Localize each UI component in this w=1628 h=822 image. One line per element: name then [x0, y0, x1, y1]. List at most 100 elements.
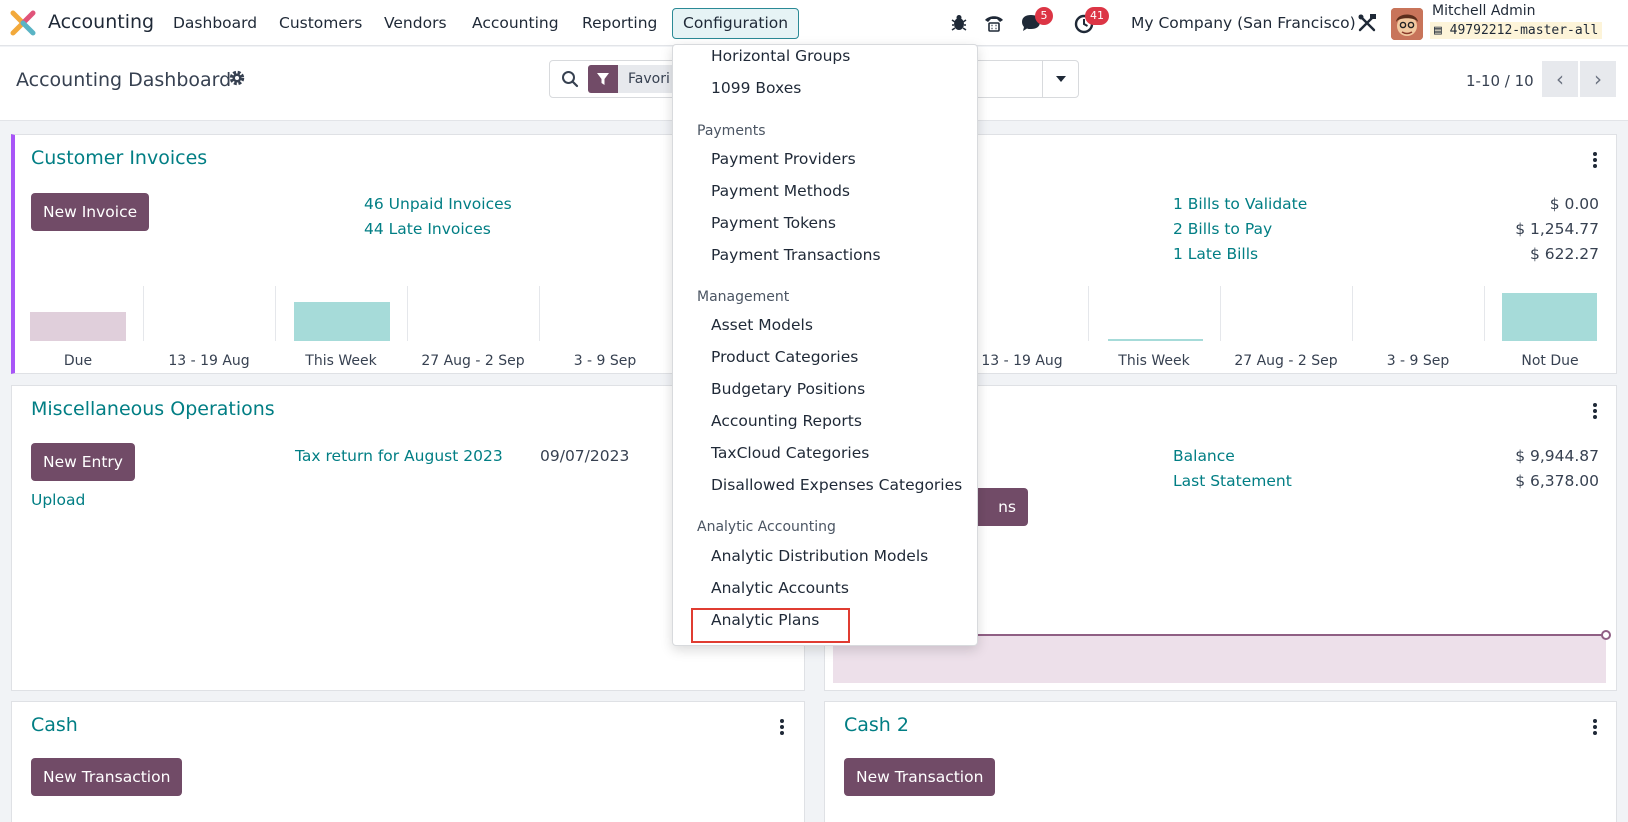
- card-title[interactable]: Customer Invoices: [31, 147, 207, 169]
- graph-label: Due: [63, 353, 93, 369]
- filter-icon: [588, 65, 618, 93]
- database-label: 49792212-master-all: [1449, 23, 1599, 38]
- kebab-menu-icon[interactable]: [1592, 718, 1598, 736]
- graph-point: [1601, 630, 1611, 640]
- balance-amount: $ 9,944.87: [1515, 447, 1599, 465]
- cash2-card: Cash 2 New Transaction: [824, 701, 1617, 822]
- menu-item-asset-models[interactable]: Asset Models: [711, 316, 813, 334]
- tax-return-link[interactable]: Tax return for August 2023: [295, 447, 503, 465]
- menu-item-1099-boxes[interactable]: 1099 Boxes: [711, 79, 801, 97]
- new-entry-button[interactable]: New Entry: [31, 443, 135, 481]
- grid-line: [1088, 286, 1089, 341]
- menu-dashboard[interactable]: Dashboard: [173, 14, 257, 32]
- late-bills-amount: $ 622.27: [1529, 245, 1599, 263]
- grid-line: [407, 286, 408, 341]
- balance-link[interactable]: Balance: [1173, 447, 1235, 465]
- menu-item-taxcloud-categories[interactable]: TaxCloud Categories: [711, 444, 869, 462]
- database-name: ▤ 49792212-master-all: [1430, 22, 1603, 39]
- activities-badge: 41: [1085, 7, 1109, 25]
- pager-next[interactable]: ›: [1580, 61, 1616, 97]
- database-icon: ▤: [1434, 23, 1442, 38]
- chevron-left-icon: ‹: [1556, 67, 1564, 91]
- bills-to-validate-link[interactable]: 1 Bills to Validate: [1173, 195, 1307, 213]
- kebab-menu-icon[interactable]: [1592, 151, 1598, 169]
- section-header-analytic: Analytic Accounting: [697, 519, 836, 535]
- cash-card: Cash New Transaction: [11, 701, 805, 822]
- tax-return-date: 09/07/2023: [540, 447, 630, 465]
- menu-vendors[interactable]: Vendors: [384, 14, 447, 32]
- new-transaction-button[interactable]: New Transaction: [31, 758, 183, 796]
- new-invoice-button[interactable]: New Invoice: [31, 193, 150, 231]
- pager-value[interactable]: 1-10 / 10: [1466, 72, 1534, 90]
- menu-item-payment-providers[interactable]: Payment Providers: [711, 150, 856, 168]
- menu-item-disallowed-expenses[interactable]: Disallowed Expenses Categories: [711, 476, 962, 494]
- menu-item-analytic-distribution-models[interactable]: Analytic Distribution Models: [711, 547, 928, 565]
- grid-line: [1220, 286, 1221, 341]
- graph-label: Not Due: [1521, 353, 1579, 369]
- graph-bar-due[interactable]: [30, 312, 126, 341]
- kebab-menu-icon[interactable]: [779, 718, 785, 736]
- user-avatar[interactable]: [1391, 8, 1423, 40]
- menu-item-payment-tokens[interactable]: Payment Tokens: [711, 214, 836, 232]
- phone-icon[interactable]: [983, 12, 1005, 34]
- card-title[interactable]: Cash 2: [844, 714, 909, 736]
- upload-link[interactable]: Upload: [31, 491, 85, 509]
- card-title[interactable]: Miscellaneous Operations: [31, 398, 275, 420]
- menu-item-payment-methods[interactable]: Payment Methods: [711, 182, 850, 200]
- graph-label: 13 - 19 Aug: [168, 353, 250, 369]
- bug-icon[interactable]: [948, 12, 970, 34]
- new-transaction-button[interactable]: New Transaction: [844, 758, 996, 796]
- graph-label: 27 Aug - 2 Sep: [421, 353, 525, 369]
- grid-line: [275, 286, 276, 341]
- graph-label: 13 - 19 Aug: [981, 353, 1063, 369]
- menu-item-accounting-reports[interactable]: Accounting Reports: [711, 412, 862, 430]
- graph-label: This Week: [305, 353, 377, 369]
- section-header-payments: Payments: [697, 123, 766, 139]
- graph-label: 3 - 9 Sep: [1386, 353, 1450, 369]
- accounting-app-icon[interactable]: [10, 10, 36, 36]
- menu-reporting[interactable]: Reporting: [582, 14, 657, 32]
- menu-item-product-categories[interactable]: Product Categories: [711, 348, 858, 366]
- pager-previous[interactable]: ‹: [1542, 61, 1578, 97]
- graph-bar-not-due[interactable]: [1502, 293, 1597, 341]
- menu-item-budgetary-positions[interactable]: Budgetary Positions: [711, 380, 865, 398]
- top-navbar: Accounting Dashboard Customers Vendors A…: [0, 0, 1628, 46]
- menu-customers[interactable]: Customers: [279, 14, 362, 32]
- last-statement-amount: $ 6,378.00: [1515, 472, 1599, 490]
- unpaid-invoices-link[interactable]: 46 Unpaid Invoices: [364, 195, 512, 213]
- chevron-right-icon: ›: [1594, 67, 1602, 91]
- kebab-menu-icon[interactable]: [1592, 402, 1598, 420]
- highlight-box: [691, 608, 850, 643]
- search-facet-favorites[interactable]: Favori: [588, 65, 678, 93]
- menu-accounting[interactable]: Accounting: [472, 14, 559, 32]
- avatar-face-icon: [1391, 8, 1423, 40]
- bills-to-pay-link[interactable]: 2 Bills to Pay: [1173, 220, 1272, 238]
- debug-tools-icon[interactable]: [1356, 12, 1378, 34]
- company-switcher[interactable]: My Company (San Francisco): [1131, 14, 1356, 32]
- late-bills-link[interactable]: 1 Late Bills: [1173, 245, 1258, 263]
- menu-item-horizontal-groups[interactable]: Horizontal Groups: [711, 47, 850, 65]
- caret-down-icon: [1055, 76, 1066, 82]
- search-icon[interactable]: [561, 70, 579, 88]
- messages-badge: 5: [1035, 7, 1053, 25]
- last-statement-link[interactable]: Last Statement: [1173, 472, 1292, 490]
- gear-icon[interactable]: [228, 69, 246, 87]
- grid-line: [539, 286, 540, 341]
- graph-label: 27 Aug - 2 Sep: [1234, 353, 1338, 369]
- late-invoices-link[interactable]: 44 Late Invoices: [364, 220, 491, 238]
- menu-configuration[interactable]: Configuration: [672, 8, 800, 39]
- search-options-toggle[interactable]: [1042, 61, 1078, 97]
- bills-to-pay-amount: $ 1,254.77: [1515, 220, 1599, 238]
- grid-line: [1484, 286, 1485, 341]
- graph-bar-this-week[interactable]: [294, 302, 390, 341]
- page-title: Accounting Dashboard: [16, 69, 232, 91]
- user-name[interactable]: Mitchell Admin: [1432, 3, 1536, 19]
- menu-item-analytic-accounts[interactable]: Analytic Accounts: [711, 579, 849, 597]
- menu-item-payment-transactions[interactable]: Payment Transactions: [711, 246, 881, 264]
- graph-label: 3 - 9 Sep: [573, 353, 637, 369]
- graph-label: This Week: [1118, 353, 1190, 369]
- bills-to-validate-amount: $ 0.00: [1549, 195, 1599, 213]
- app-name[interactable]: Accounting: [48, 11, 154, 33]
- graph-bar-this-week[interactable]: [1108, 339, 1203, 341]
- card-title[interactable]: Cash: [31, 714, 78, 736]
